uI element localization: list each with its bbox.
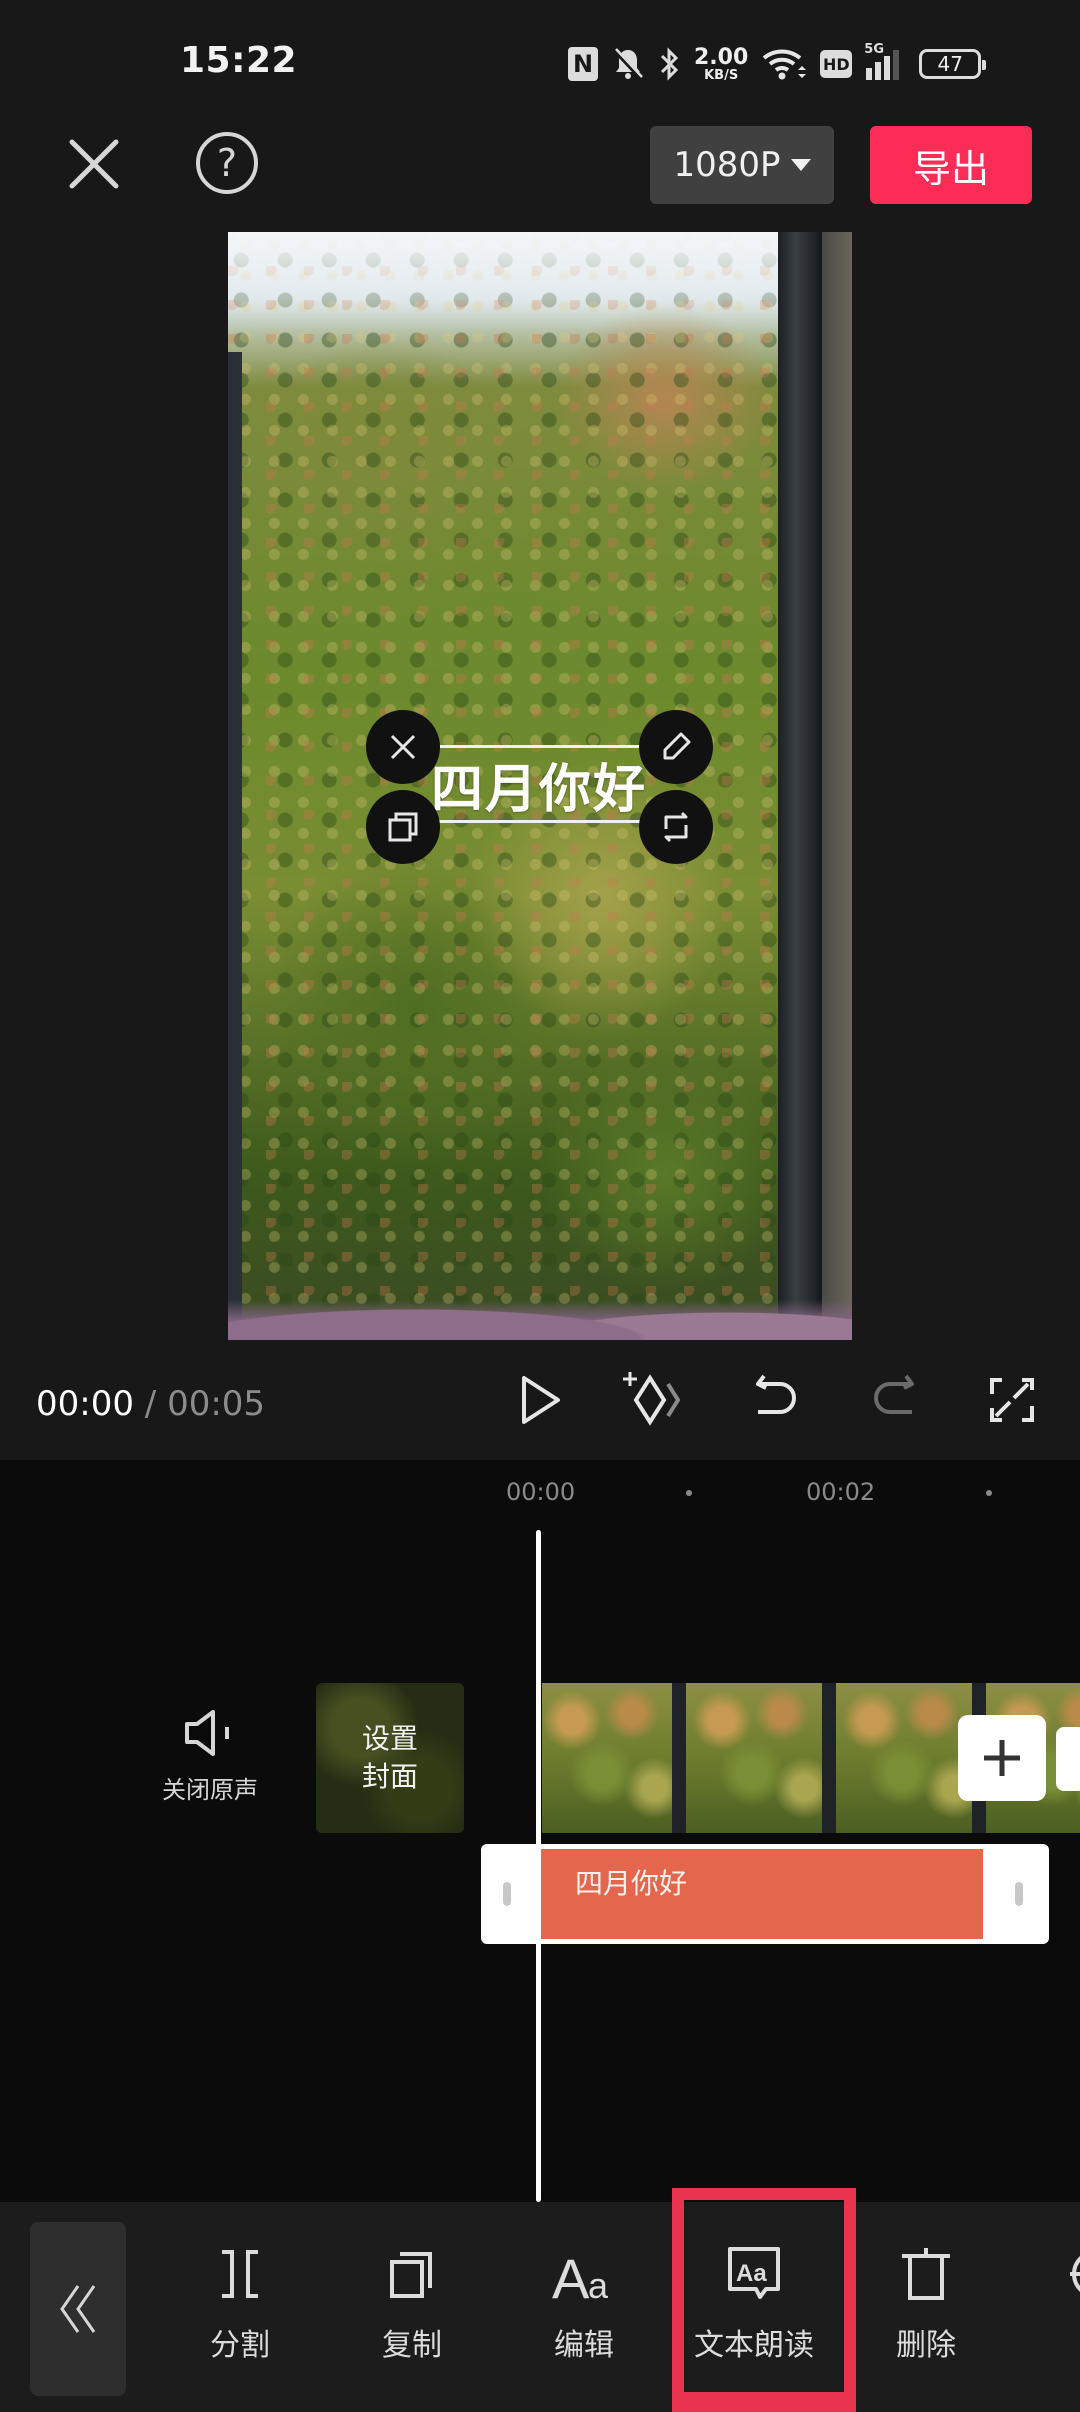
speaker-icon [185,1710,229,1756]
battery-level: 47 [937,52,963,76]
text-to-speech-icon: Aa [722,2242,786,2306]
double-chevron-left-icon [60,2285,96,2333]
resolution-dropdown[interactable]: 1080P [650,126,834,204]
bluetooth-icon [658,47,680,81]
tool-copy[interactable]: 复制 [352,2242,472,2364]
clock: 15:22 [180,40,298,81]
pencil-icon [663,732,691,760]
undo-button[interactable] [744,1368,808,1432]
collapse-toolbar-button[interactable] [30,2222,126,2396]
preview-pole-left [228,352,242,1340]
bell-muted-icon [612,47,644,81]
timecode: 00:00 / 00:05 [36,1384,266,1424]
svg-text:Aa: Aa [736,2260,767,2287]
video-thumbnail [692,1683,842,1833]
edit-text-icon: Aa [552,2242,616,2306]
tool-split[interactable]: 分割 [180,2242,300,2364]
mute-label: 关闭原声 [162,1776,258,1804]
svg-text:a: a [588,2265,609,2302]
timeline[interactable]: 00:00 00:02 关闭原声 设置 封面 四月你好 [0,1460,1080,2202]
split-icon [208,2242,272,2306]
mute-original-audio-button[interactable]: 关闭原声 [150,1710,270,1805]
undo-icon [756,1374,796,1414]
playhead[interactable] [536,1530,541,2202]
close-icon [390,734,416,760]
battery-icon: 47 [919,49,987,79]
bottom-toolbar: 分割 复制 Aa 编辑 Aa 文本朗读 删除 跟 [0,2202,1080,2412]
delete-icon [894,2242,958,2306]
status-bar: 15:22 N 2.00 KB/S HD 5G 47 [0,0,1080,120]
hd-icon: HD [820,50,853,78]
plus-icon [984,1740,1020,1776]
export-button[interactable]: 导出 [870,126,1032,204]
rotate-icon [664,811,688,843]
preview-blanket [228,1290,852,1340]
video-thumbnail [542,1683,692,1833]
svg-text:A: A [552,2247,590,2302]
tool-edit[interactable]: Aa 编辑 [524,2242,644,2364]
ruler-dot [986,1490,992,1496]
trim-handle-left[interactable] [503,1882,511,1906]
text-clip-label: 四月你好 [575,1867,688,1900]
network-speed: 2.00 KB/S [694,44,749,83]
ruler-label: 00:02 [806,1478,876,1506]
text-edit-handle[interactable] [639,710,713,784]
resolution-value: 1080P [673,145,781,185]
ruler-dot [686,1490,692,1496]
wifi-icon [762,48,807,80]
set-cover-button[interactable]: 设置 封面 [316,1683,464,1833]
play-button[interactable] [508,1368,572,1432]
text-rotate-handle[interactable] [639,790,713,864]
total-time: 00:05 [167,1384,266,1424]
fullscreen-icon [990,1378,1034,1422]
text-clip[interactable]: 四月你好 [481,1844,1049,1944]
copy-icon [388,812,418,842]
text-copy-handle[interactable] [366,790,440,864]
playback-bar: 00:00 / 00:05 [0,1340,1080,1460]
copy-icon [380,2242,444,2306]
ruler-label: 00:00 [506,1478,576,1506]
next-control[interactable] [1056,1727,1080,1791]
play-icon [522,1376,560,1424]
current-time: 00:00 [36,1384,134,1424]
fullscreen-button[interactable] [980,1368,1044,1432]
help-icon: ? [216,141,238,185]
tool-track[interactable]: 跟 [1036,2242,1080,2364]
redo-button[interactable] [862,1368,926,1432]
add-keyframe-button[interactable] [620,1368,684,1432]
tool-delete[interactable]: 删除 [866,2242,986,2364]
help-button[interactable]: ? [196,132,258,194]
preview-pole [778,232,822,1340]
redo-icon [874,1374,914,1414]
close-icon [69,139,119,189]
signal-5g-icon: 5G [864,42,900,80]
close-button[interactable] [66,136,122,192]
trim-handle-right[interactable] [1015,1882,1023,1906]
keyframe-icon [623,1372,681,1426]
editor-top-bar: ? 1080P 导出 [0,120,1080,230]
caret-down-icon [790,159,811,171]
status-icons: N 2.00 KB/S HD 5G 47 [568,42,987,86]
track-icon [1064,2242,1080,2306]
tool-text-to-speech[interactable]: Aa 文本朗读 [694,2242,814,2364]
overlay-text: 四月你好 [430,759,647,820]
nfc-icon: N [568,47,598,81]
text-delete-handle[interactable] [366,710,440,784]
add-clip-button[interactable] [958,1715,1046,1801]
text-overlay-box[interactable]: 四月你好 [403,745,675,823]
